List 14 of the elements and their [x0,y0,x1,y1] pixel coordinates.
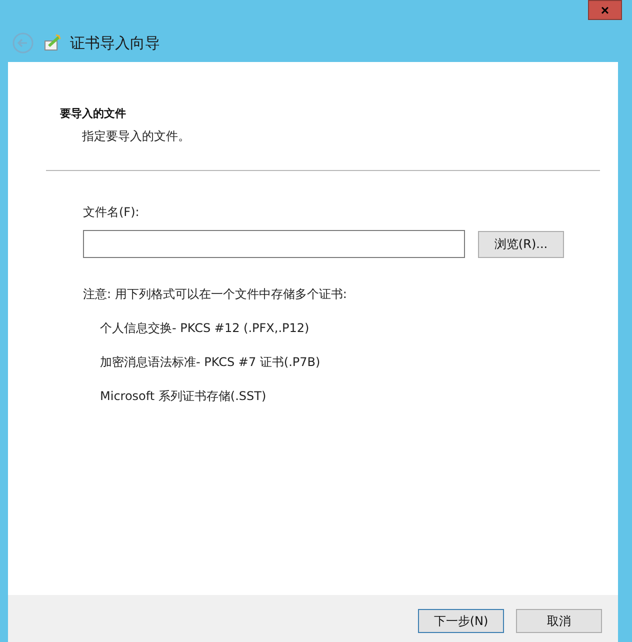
format-item: Microsoft 系列证书存储(.SST) [100,388,268,405]
file-name-field[interactable] [83,230,465,258]
format-item: 个人信息交换- PKCS #12 (.PFX,.P12) [100,320,310,337]
close-button[interactable]: × [588,0,622,20]
certificate-icon [42,33,62,53]
section-heading: 要导入的文件 [60,106,127,121]
note-text: 注意: 用下列格式可以在一个文件中存储多个证书: [83,286,348,303]
next-button[interactable]: 下一步(N) [418,609,504,633]
window-title: 证书导入向导 [70,34,160,52]
format-item: 加密消息语法标准- PKCS #7 证书(.P7B) [100,354,322,371]
cancel-button[interactable]: 取消 [516,609,602,633]
field-label: 文件名(F): [83,204,140,221]
section-subtitle: 指定要导入的文件。 [82,128,191,145]
browse-button[interactable]: 浏览(R)... [478,230,564,258]
